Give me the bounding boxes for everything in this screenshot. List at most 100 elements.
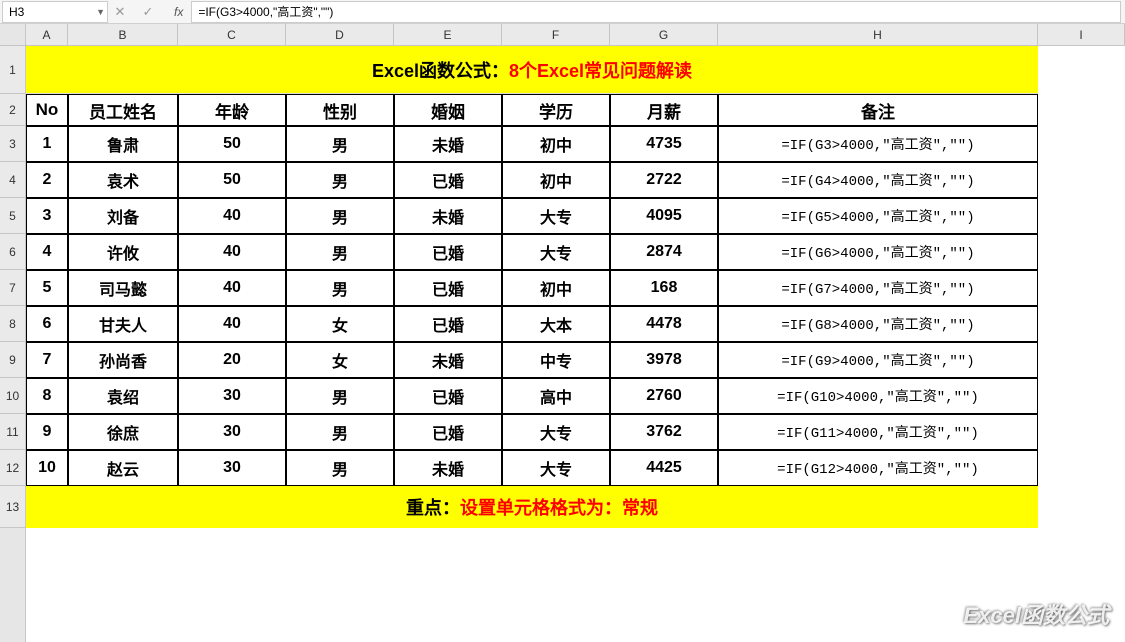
cell-salary[interactable]: 3762 bbox=[610, 414, 718, 450]
cell-salary[interactable]: 4478 bbox=[610, 306, 718, 342]
col-header-f[interactable]: F bbox=[502, 24, 610, 45]
cell-formula[interactable]: =IF(G10>4000,"高工资","") bbox=[718, 378, 1038, 414]
cell-edu[interactable]: 大专 bbox=[502, 450, 610, 486]
th-gender[interactable]: 性别 bbox=[286, 94, 394, 126]
cell-salary[interactable]: 2722 bbox=[610, 162, 718, 198]
cell-age[interactable]: 40 bbox=[178, 198, 286, 234]
cell-name[interactable]: 鲁肃 bbox=[68, 126, 178, 162]
cell-marital[interactable]: 已婚 bbox=[394, 162, 502, 198]
cell-edu[interactable]: 初中 bbox=[502, 162, 610, 198]
col-header-a[interactable]: A bbox=[26, 24, 68, 45]
row-header-7[interactable]: 7 bbox=[0, 270, 25, 306]
row-header-8[interactable]: 8 bbox=[0, 306, 25, 342]
cell-marital[interactable]: 已婚 bbox=[394, 378, 502, 414]
row-header-10[interactable]: 10 bbox=[0, 378, 25, 414]
col-header-h[interactable]: H bbox=[718, 24, 1038, 45]
cell-gender[interactable]: 女 bbox=[286, 342, 394, 378]
cell-age[interactable]: 30 bbox=[178, 450, 286, 486]
cell-edu[interactable]: 初中 bbox=[502, 126, 610, 162]
th-salary[interactable]: 月薪 bbox=[610, 94, 718, 126]
cell-gender[interactable]: 男 bbox=[286, 162, 394, 198]
cell-formula[interactable]: =IF(G12>4000,"高工资","") bbox=[718, 450, 1038, 486]
cell-no[interactable]: 5 bbox=[26, 270, 68, 306]
cell-marital[interactable]: 已婚 bbox=[394, 234, 502, 270]
row-header-2[interactable]: 2 bbox=[0, 94, 25, 126]
cell-gender[interactable]: 男 bbox=[286, 234, 394, 270]
cell-gender[interactable]: 男 bbox=[286, 126, 394, 162]
col-header-i[interactable]: I bbox=[1038, 24, 1125, 45]
cell-edu[interactable]: 高中 bbox=[502, 378, 610, 414]
confirm-icon[interactable]: ✓ bbox=[140, 4, 156, 20]
cell-name[interactable]: 许攸 bbox=[68, 234, 178, 270]
cell-age[interactable]: 20 bbox=[178, 342, 286, 378]
row-header-3[interactable]: 3 bbox=[0, 126, 25, 162]
cell-marital[interactable]: 已婚 bbox=[394, 270, 502, 306]
cell-salary[interactable]: 2874 bbox=[610, 234, 718, 270]
cell-marital[interactable]: 未婚 bbox=[394, 342, 502, 378]
cell-marital[interactable]: 未婚 bbox=[394, 126, 502, 162]
cell-no[interactable]: 2 bbox=[26, 162, 68, 198]
th-no[interactable]: No bbox=[26, 94, 68, 126]
row-header-4[interactable]: 4 bbox=[0, 162, 25, 198]
th-remark[interactable]: 备注 bbox=[718, 94, 1038, 126]
cell-gender[interactable]: 男 bbox=[286, 414, 394, 450]
cell-name[interactable]: 刘备 bbox=[68, 198, 178, 234]
cell-salary[interactable]: 3978 bbox=[610, 342, 718, 378]
cell-age[interactable]: 50 bbox=[178, 162, 286, 198]
cell-no[interactable]: 3 bbox=[26, 198, 68, 234]
cell-no[interactable]: 8 bbox=[26, 378, 68, 414]
cell-formula[interactable]: =IF(G4>4000,"高工资","") bbox=[718, 162, 1038, 198]
cell-no[interactable]: 4 bbox=[26, 234, 68, 270]
th-age[interactable]: 年龄 bbox=[178, 94, 286, 126]
cell-formula[interactable]: =IF(G5>4000,"高工资","") bbox=[718, 198, 1038, 234]
cell-age[interactable]: 50 bbox=[178, 126, 286, 162]
cell-formula[interactable]: =IF(G9>4000,"高工资","") bbox=[718, 342, 1038, 378]
cell-formula[interactable]: =IF(G3>4000,"高工资","") bbox=[718, 126, 1038, 162]
cell-edu[interactable]: 大专 bbox=[502, 198, 610, 234]
row-header-6[interactable]: 6 bbox=[0, 234, 25, 270]
cell-salary[interactable]: 168 bbox=[610, 270, 718, 306]
cell-salary[interactable]: 4735 bbox=[610, 126, 718, 162]
cell-marital[interactable]: 已婚 bbox=[394, 414, 502, 450]
fx-icon[interactable]: fx bbox=[168, 5, 189, 19]
cell-formula[interactable]: =IF(G11>4000,"高工资","") bbox=[718, 414, 1038, 450]
cell-no[interactable]: 7 bbox=[26, 342, 68, 378]
cell-name[interactable]: 甘夫人 bbox=[68, 306, 178, 342]
cell-formula[interactable]: =IF(G8>4000,"高工资","") bbox=[718, 306, 1038, 342]
row-header-1[interactable]: 1 bbox=[0, 46, 25, 94]
cell-salary[interactable]: 4095 bbox=[610, 198, 718, 234]
row-header-9[interactable]: 9 bbox=[0, 342, 25, 378]
th-edu[interactable]: 学历 bbox=[502, 94, 610, 126]
cell-edu[interactable]: 大本 bbox=[502, 306, 610, 342]
cancel-icon[interactable]: ✕ bbox=[112, 4, 128, 20]
cell-gender[interactable]: 男 bbox=[286, 198, 394, 234]
cell-age[interactable]: 30 bbox=[178, 378, 286, 414]
cell-name[interactable]: 袁绍 bbox=[68, 378, 178, 414]
cell-edu[interactable]: 大专 bbox=[502, 414, 610, 450]
cell-name[interactable]: 司马懿 bbox=[68, 270, 178, 306]
cell-no[interactable]: 6 bbox=[26, 306, 68, 342]
cell-marital[interactable]: 已婚 bbox=[394, 306, 502, 342]
col-header-e[interactable]: E bbox=[394, 24, 502, 45]
cell-name[interactable]: 孙尚香 bbox=[68, 342, 178, 378]
cell-name[interactable]: 徐庶 bbox=[68, 414, 178, 450]
sheet-footer-row[interactable]: 重点： 设置单元格格式为：常规 bbox=[26, 486, 1038, 528]
th-name[interactable]: 员工姓名 bbox=[68, 94, 178, 126]
cell-no[interactable]: 10 bbox=[26, 450, 68, 486]
cell-age[interactable]: 40 bbox=[178, 234, 286, 270]
row-header-5[interactable]: 5 bbox=[0, 198, 25, 234]
cell-gender[interactable]: 男 bbox=[286, 450, 394, 486]
cell-no[interactable]: 1 bbox=[26, 126, 68, 162]
cell-name[interactable]: 赵云 bbox=[68, 450, 178, 486]
cell-gender[interactable]: 男 bbox=[286, 378, 394, 414]
formula-input[interactable] bbox=[191, 1, 1121, 23]
cell-marital[interactable]: 未婚 bbox=[394, 198, 502, 234]
cell-age[interactable]: 30 bbox=[178, 414, 286, 450]
cell-formula[interactable]: =IF(G6>4000,"高工资","") bbox=[718, 234, 1038, 270]
cell-gender[interactable]: 女 bbox=[286, 306, 394, 342]
name-box[interactable]: H3 ▼ bbox=[2, 1, 108, 23]
row-header-13[interactable]: 13 bbox=[0, 486, 25, 528]
row-header-12[interactable]: 12 bbox=[0, 450, 25, 486]
cell-age[interactable]: 40 bbox=[178, 306, 286, 342]
cell-age[interactable]: 40 bbox=[178, 270, 286, 306]
